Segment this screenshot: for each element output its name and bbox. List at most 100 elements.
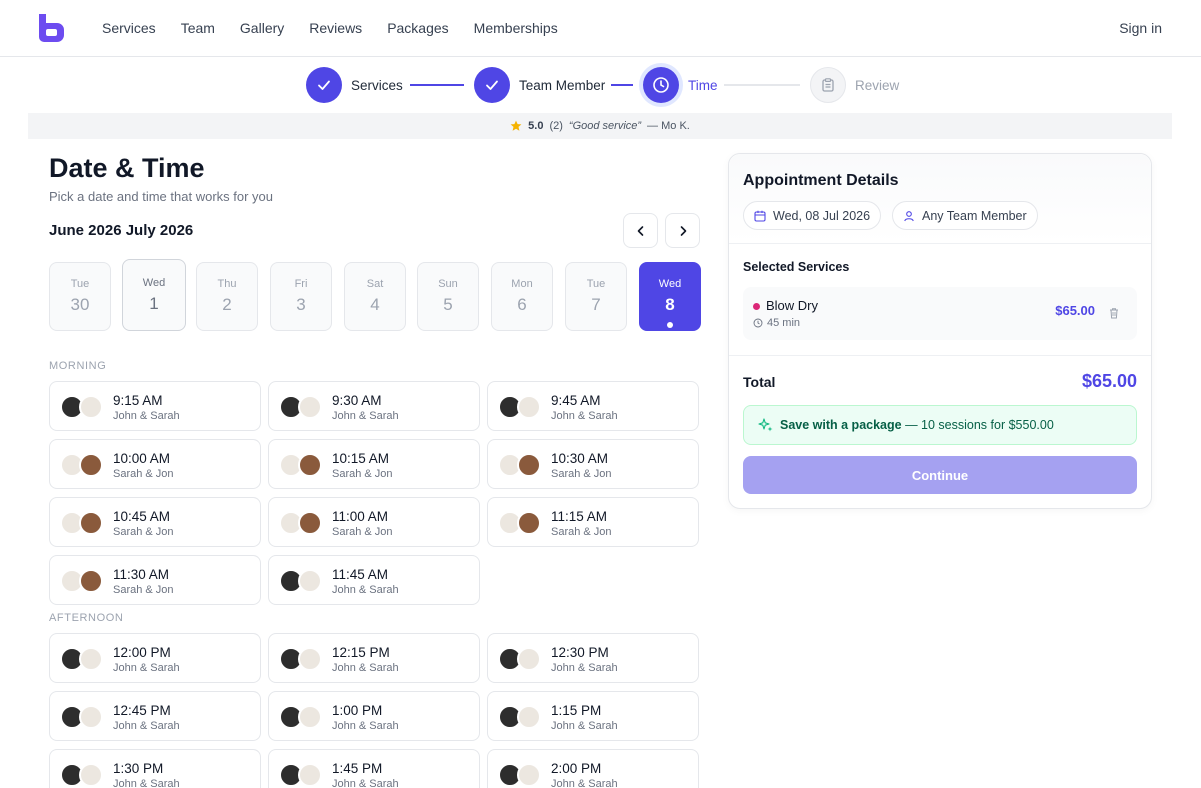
avatar [79,453,103,477]
time-slot[interactable]: 12:30 PM John & Sarah [487,633,699,683]
slot-staff: Sarah & Jon [113,526,174,538]
nav-link-team[interactable]: Team [181,20,215,36]
avatar [79,647,103,671]
slot-staff: John & Sarah [551,778,618,788]
slot-time: 2:00 PM [551,761,602,776]
continue-button[interactable]: Continue [743,456,1137,494]
package-promo[interactable]: Save with a package — 10 sessions for $5… [743,405,1137,445]
staff-avatars [279,395,325,419]
staff-avatars [60,569,106,593]
time-slot[interactable]: 12:15 PM John & Sarah [268,633,480,683]
month-label: June 2026 July 2026 [49,222,194,239]
date-chip[interactable]: Wed, 08 Jul 2026 [743,201,882,230]
slot-time: 12:15 PM [332,645,390,660]
star-icon [510,120,522,131]
slot-time: 11:15 AM [551,509,608,524]
step-review[interactable]: Review [810,67,899,103]
time-slot[interactable]: 9:30 AM John & Sarah [268,381,480,431]
time-slot[interactable]: 10:30 AM Sarah & Jon [487,439,699,489]
time-slot[interactable]: 12:00 PM John & Sarah [49,633,261,683]
step-services[interactable]: Services [306,67,403,103]
card-header [729,154,1151,244]
time-slot[interactable]: 1:45 PM John & Sarah [268,749,480,788]
avatar [79,395,103,419]
time-slot[interactable]: 11:00 AM Sarah & Jon [268,497,480,547]
previous-days-button[interactable] [623,213,658,248]
check-icon [474,67,510,103]
clock-icon [753,318,763,328]
time-slot[interactable]: 1:30 PM John & Sarah [49,749,261,788]
staff-avatars [279,453,325,477]
time-slot[interactable]: 9:45 AM John & Sarah [487,381,699,431]
time-slot[interactable]: 11:45 AM John & Sarah [268,555,480,605]
time-slot[interactable]: 9:15 AM John & Sarah [49,381,261,431]
time-slot[interactable]: 10:45 AM Sarah & Jon [49,497,261,547]
slot-time: 10:15 AM [332,451,390,466]
day-number: 5 [443,295,453,314]
day-tue-30[interactable]: Tue 30 [49,262,111,331]
top-navigation: Services Team Gallery Reviews Packages M… [0,0,1201,57]
service-duration: 45 min [753,317,800,329]
day-fri-3[interactable]: Fri 3 [270,262,332,331]
avatar [79,511,103,535]
chevron-right-icon [680,225,686,236]
day-mon-6[interactable]: Mon 6 [491,262,553,331]
time-slot[interactable]: 12:45 PM John & Sarah [49,691,261,741]
day-of-week: Tue [70,278,90,290]
selected-day-indicator [667,322,673,328]
day-of-week: Mon [511,278,533,290]
review-quote: “Good service” [568,120,642,132]
day-number: 30 [70,295,90,314]
day-sat-4[interactable]: Sat 4 [344,262,406,331]
day-sun-5[interactable]: Sun 5 [417,262,479,331]
time-slot[interactable]: 10:15 AM Sarah & Jon [268,439,480,489]
service-price: $65.00 [1055,303,1095,318]
sign-in-link[interactable]: Sign in [1119,20,1162,36]
brand-logo-icon[interactable] [36,12,66,42]
slot-time: 12:30 PM [551,645,609,660]
staff-avatars [60,705,106,729]
day-tue-7[interactable]: Tue 7 [565,262,627,331]
time-slot[interactable]: 1:00 PM John & Sarah [268,691,480,741]
time-slot[interactable]: 11:30 AM Sarah & Jon [49,555,261,605]
nav-link-gallery[interactable]: Gallery [240,20,284,36]
day-number: 4 [370,295,380,314]
time-slot[interactable]: 2:00 PM John & Sarah [487,749,699,788]
selected-services-label: Selected Services [743,260,850,274]
next-days-button[interactable] [665,213,700,248]
morning-label: MORNING [49,360,107,372]
slot-staff: John & Sarah [332,662,399,674]
avatar [298,705,322,729]
avatar [79,569,103,593]
divider [729,355,1151,356]
day-of-week: Wed [658,278,682,290]
trash-icon[interactable] [1107,306,1121,320]
avatar [298,395,322,419]
day-wed-1[interactable]: Wed 1 [122,259,186,331]
slot-staff: Sarah & Jon [551,526,612,538]
staff-avatars [498,395,544,419]
promo-headline: Save with a package [780,418,902,432]
step-label: Services [351,77,403,93]
slot-time: 10:45 AM [113,509,171,524]
review-summary: 5.0 (2) “Good service” — Mo K. [28,113,1172,139]
time-slot[interactable]: 11:15 AM Sarah & Jon [487,497,699,547]
step-time[interactable]: Time [643,67,718,103]
slot-time: 9:15 AM [113,393,163,408]
nav-link-services[interactable]: Services [102,20,156,36]
step-team-member[interactable]: Team Member [474,67,605,103]
slot-staff: Sarah & Jon [332,468,393,480]
slot-staff: Sarah & Jon [332,526,393,538]
total-value: $65.00 [1081,371,1137,391]
day-thu-2[interactable]: Thu 2 [196,262,258,331]
nav-link-packages[interactable]: Packages [387,20,448,36]
slot-staff: John & Sarah [332,584,399,596]
avatar [517,453,541,477]
nav-link-memberships[interactable]: Memberships [474,20,558,36]
time-slot[interactable]: 1:15 PM John & Sarah [487,691,699,741]
time-slot[interactable]: 10:00 AM Sarah & Jon [49,439,261,489]
day-wed-8[interactable]: Wed 8 [639,262,701,331]
team-member-chip[interactable]: Any Team Member [892,201,1038,230]
date-strip: Tue 30 Wed 1 Thu 2 Fri 3 Sat 4 Sun 5 Mon 6 Tue 7… [49,259,701,333]
nav-link-reviews[interactable]: Reviews [309,20,362,36]
